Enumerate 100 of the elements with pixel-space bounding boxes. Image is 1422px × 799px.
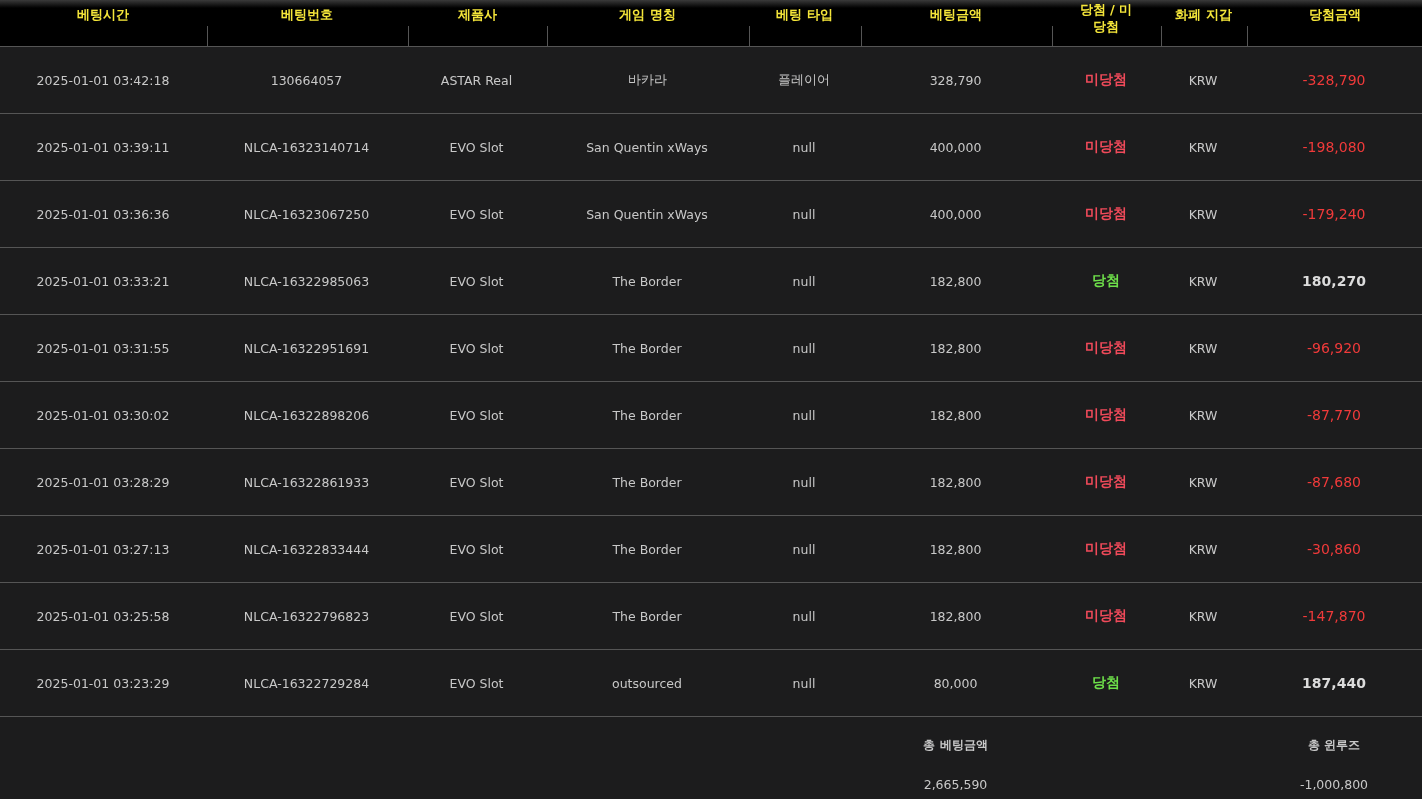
game-cell: The Border — [612, 474, 682, 490]
column-header: 베팅 타입 — [776, 6, 833, 23]
provider-cell: EVO Slot — [449, 139, 504, 155]
game-cell: San Quentin xWays — [586, 206, 708, 222]
game-cell: outsourced — [612, 675, 682, 691]
total-winloss-value: -1,000,800 — [1299, 777, 1369, 792]
currency-cell: KRW — [1188, 139, 1218, 155]
time-cell: 2025-01-01 03:36:36 — [36, 206, 170, 222]
bet-id-cell: NLCA-16322898206 — [243, 407, 370, 423]
bet-type-cell: null — [792, 541, 816, 557]
currency-cell: KRW — [1188, 273, 1218, 289]
bet-id-cell: NLCA-16323067250 — [243, 206, 370, 222]
column-header: 베팅금액 — [930, 6, 982, 23]
currency-cell: KRW — [1188, 608, 1218, 624]
currency-cell: KRW — [1188, 206, 1218, 222]
game-cell: San Quentin xWays — [586, 139, 708, 155]
result-cell: 미당첨 — [1084, 71, 1127, 89]
bet-type-cell: 플레이어 — [778, 71, 830, 89]
payout-cell: -179,240 — [1302, 206, 1366, 222]
provider-cell: ASTAR Real — [440, 72, 513, 88]
time-cell: 2025-01-01 03:33:21 — [36, 273, 170, 289]
time-cell: 2025-01-01 03:28:29 — [36, 474, 170, 490]
currency-cell: KRW — [1188, 675, 1218, 691]
result-cell: 미당첨 — [1084, 607, 1127, 625]
column-header: 베팅번호 — [281, 6, 333, 23]
bet-type-cell: null — [792, 206, 816, 222]
bet-id-cell: NLCA-16322985063 — [243, 273, 370, 289]
bet-id-cell: NLCA-16322729284 — [243, 675, 370, 691]
column-header: 게임 명칭 — [619, 6, 676, 23]
amount-cell: 182,800 — [929, 273, 982, 289]
provider-cell: EVO Slot — [449, 541, 504, 557]
payout-cell: -198,080 — [1302, 139, 1366, 155]
amount-cell: 182,800 — [929, 474, 982, 490]
bet-id-cell: NLCA-16322796823 — [243, 608, 370, 624]
time-cell: 2025-01-01 03:27:13 — [36, 541, 170, 557]
amount-cell: 182,800 — [929, 407, 982, 423]
column-header: 베팅시간 — [77, 6, 129, 23]
bet-type-cell: null — [792, 474, 816, 490]
column-header: 화폐 지갑 — [1175, 6, 1232, 23]
payout-cell: -328,790 — [1302, 72, 1366, 88]
result-cell: 미당첨 — [1084, 540, 1127, 558]
time-cell: 2025-01-01 03:23:29 — [36, 675, 170, 691]
provider-cell: EVO Slot — [449, 474, 504, 490]
bet-id-cell: NLCA-16322833444 — [243, 541, 370, 557]
result-cell: 당첨 — [1091, 674, 1120, 692]
bet-id-cell: NLCA-16323140714 — [243, 139, 370, 155]
payout-cell: -87,680 — [1306, 474, 1361, 490]
payout-cell: -96,920 — [1306, 340, 1361, 356]
payout-cell: -147,870 — [1302, 608, 1366, 624]
column-header: 당첨 / 미당첨 — [1078, 1, 1134, 35]
total-bet-label: 총 베팅금액 — [923, 737, 988, 754]
payout-cell: 180,270 — [1302, 273, 1366, 289]
amount-cell: 400,000 — [929, 139, 982, 155]
bet-type-cell: null — [792, 407, 816, 423]
time-cell: 2025-01-01 03:25:58 — [36, 608, 170, 624]
game-cell: 바카라 — [627, 71, 667, 89]
amount-cell: 182,800 — [929, 340, 982, 356]
provider-cell: EVO Slot — [449, 407, 504, 423]
time-cell: 2025-01-01 03:39:11 — [36, 139, 170, 155]
provider-cell: EVO Slot — [449, 675, 504, 691]
total-bet-value: 2,665,590 — [923, 777, 988, 792]
game-cell: The Border — [612, 407, 682, 423]
currency-cell: KRW — [1188, 340, 1218, 356]
game-cell: The Border — [612, 541, 682, 557]
currency-cell: KRW — [1188, 72, 1218, 88]
provider-cell: EVO Slot — [449, 608, 504, 624]
payout-cell: -30,860 — [1306, 541, 1361, 557]
result-cell: 미당첨 — [1084, 138, 1127, 156]
currency-cell: KRW — [1188, 474, 1218, 490]
amount-cell: 328,790 — [929, 72, 982, 88]
result-cell: 당첨 — [1091, 272, 1120, 290]
column-header: 제품사 — [457, 6, 497, 23]
game-cell: The Border — [612, 273, 682, 289]
provider-cell: EVO Slot — [449, 206, 504, 222]
time-cell: 2025-01-01 03:42:18 — [36, 72, 170, 88]
payout-cell: 187,440 — [1302, 675, 1366, 691]
bet-id-cell: 130664057 — [270, 72, 343, 88]
amount-cell: 182,800 — [929, 541, 982, 557]
time-cell: 2025-01-01 03:30:02 — [36, 407, 170, 423]
game-cell: The Border — [612, 340, 682, 356]
currency-cell: KRW — [1188, 541, 1218, 557]
total-winloss-label: 총 윈루즈 — [1307, 737, 1361, 754]
bet-id-cell: NLCA-16322861933 — [243, 474, 370, 490]
payout-cell: -87,770 — [1306, 407, 1361, 423]
amount-cell: 80,000 — [933, 675, 978, 691]
currency-cell: KRW — [1188, 407, 1218, 423]
amount-cell: 400,000 — [929, 206, 982, 222]
game-cell: The Border — [612, 608, 682, 624]
provider-cell: EVO Slot — [449, 340, 504, 356]
time-cell: 2025-01-01 03:31:55 — [36, 340, 170, 356]
column-header: 당첨금액 — [1308, 6, 1361, 23]
provider-cell: EVO Slot — [449, 273, 504, 289]
amount-cell: 182,800 — [929, 608, 982, 624]
result-cell: 미당첨 — [1084, 205, 1127, 223]
result-cell: 미당첨 — [1084, 339, 1127, 357]
bet-type-cell: null — [792, 340, 816, 356]
result-cell: 미당첨 — [1084, 473, 1127, 491]
result-cell: 미당첨 — [1084, 406, 1127, 424]
bet-id-cell: NLCA-16322951691 — [243, 340, 370, 356]
bet-type-cell: null — [792, 139, 816, 155]
